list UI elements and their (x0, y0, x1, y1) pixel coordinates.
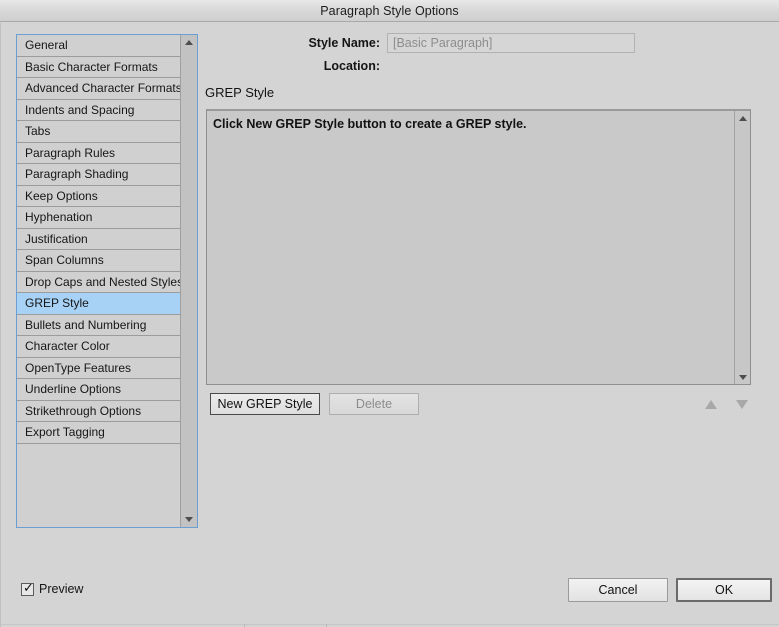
grep-style-panel: Style Name: Location: GREP Style Click N… (205, 23, 765, 627)
sidebar-item-paragraph-shading[interactable]: Paragraph Shading (17, 164, 180, 186)
preview-toggle[interactable]: ✓ Preview (21, 579, 84, 596)
style-name-label: Style Name: (308, 36, 380, 50)
sidebar-item-strikethrough-options[interactable]: Strikethrough Options (17, 400, 180, 422)
sidebar-item-label: Paragraph Shading (25, 167, 129, 181)
sidebar-item-advanced-character-formats[interactable]: Advanced Character Formats (17, 78, 180, 100)
sidebar-category-list[interactable]: General Basic Character Formats Advanced C… (16, 34, 198, 528)
preview-label: Preview (39, 582, 84, 596)
new-grep-style-button[interactable]: New GREP Style (210, 393, 320, 415)
sidebar-item-label: Paragraph Rules (25, 145, 116, 160)
triangle-down-icon (738, 374, 747, 380)
sidebar-item-export-tagging[interactable]: Export Tagging (17, 422, 180, 444)
grep-scroll-down-button[interactable] (735, 370, 751, 384)
window-title: Paragraph Style Options (320, 3, 459, 18)
triangle-down-icon (736, 399, 748, 409)
style-name-input[interactable] (387, 33, 635, 53)
sidebar-item-general[interactable]: General (17, 35, 180, 57)
sidebar-item-keep-options[interactable]: Keep Options (17, 185, 180, 207)
location-label: Location: (323, 59, 380, 73)
sidebar-item-label: Advanced Character Formats (25, 81, 180, 95)
grep-empty-message: Click New GREP Style button to create a … (213, 117, 527, 131)
section-heading-grep-style: GREP Style (205, 85, 275, 100)
checkmark-icon: ✓ (23, 579, 34, 595)
sidebar-item-label: Export Tagging (25, 425, 105, 439)
sidebar-item-opentype-features[interactable]: OpenType Features (17, 357, 180, 379)
triangle-up-icon (705, 399, 717, 409)
move-down-button[interactable] (733, 395, 751, 413)
sidebar-scroll-down-button[interactable] (181, 512, 198, 527)
sidebar-item-label: General (25, 38, 68, 52)
sidebar-list-viewport[interactable]: General Basic Character Formats Advanced C… (17, 35, 180, 527)
sidebar-item-label: Span Columns (25, 253, 104, 267)
sidebar-item-grep-style[interactable]: GREP Style (17, 293, 180, 315)
sidebar-scroll-up-button[interactable] (181, 35, 198, 50)
sidebar-item-label: Basic Character Formats (25, 59, 158, 74)
sidebar-item-basic-character-formats[interactable]: Basic Character Formats (17, 56, 180, 78)
dialog-footer: ✓ Preview Cancel OK (1, 570, 779, 627)
sidebar-item-hyphenation[interactable]: Hyphenation (17, 207, 180, 229)
sidebar-item-label: Hyphenation (25, 210, 93, 224)
sidebar-item-label: GREP Style (25, 296, 89, 310)
dialog-body: General Basic Character Formats Advanced C… (0, 23, 779, 627)
sidebar-item-bullets-and-numbering[interactable]: Bullets and Numbering (17, 314, 180, 336)
move-up-button[interactable] (702, 395, 720, 413)
sidebar-item-label: Character Color (25, 339, 110, 353)
sidebar-item-drop-caps-and-nested-styles[interactable]: Drop Caps and Nested Styles (17, 271, 180, 293)
sidebar-item-indents-and-spacing[interactable]: Indents and Spacing (17, 99, 180, 121)
sidebar-scrollbar[interactable] (180, 35, 197, 527)
grep-style-list-content[interactable]: Click New GREP Style button to create a … (207, 111, 734, 384)
sidebar-item-justification[interactable]: Justification (17, 228, 180, 250)
sidebar-item-character-color[interactable]: Character Color (17, 336, 180, 358)
sidebar-item-label: Bullets and Numbering (25, 317, 147, 332)
ok-button[interactable]: OK (676, 578, 772, 602)
sidebar-item-label: Drop Caps and Nested Styles (25, 274, 180, 289)
location-row: Location: (205, 59, 765, 73)
sidebar-item-underline-options[interactable]: Underline Options (17, 379, 180, 401)
triangle-up-icon (185, 40, 193, 45)
preview-checkbox[interactable]: ✓ (21, 579, 34, 596)
sidebar-item-paragraph-rules[interactable]: Paragraph Rules (17, 142, 180, 164)
sidebar-item-span-columns[interactable]: Span Columns (17, 250, 180, 272)
sidebar-item-label: Indents and Spacing (25, 102, 135, 117)
sidebar-item-label: Tabs (25, 124, 51, 138)
window-titlebar: Paragraph Style Options (0, 0, 779, 22)
delete-button[interactable]: Delete (329, 393, 419, 415)
sidebar-item-label: Justification (25, 231, 88, 246)
sidebar-item-label: Keep Options (25, 188, 98, 203)
grep-scroll-up-button[interactable] (735, 111, 751, 125)
cancel-button[interactable]: Cancel (568, 578, 668, 602)
grep-style-listbox[interactable]: Click New GREP Style button to create a … (206, 109, 751, 385)
sidebar-item-label: Strikethrough Options (25, 403, 142, 418)
sidebar-item-tabs[interactable]: Tabs (17, 121, 180, 143)
sidebar-item-label: Underline Options (25, 382, 122, 396)
style-name-row: Style Name: (205, 33, 765, 53)
triangle-down-icon (185, 517, 193, 522)
grep-listbox-scrollbar[interactable] (734, 111, 750, 384)
sidebar-item-label: OpenType Features (25, 360, 132, 375)
grep-toolbar: New GREP Style Delete (205, 393, 765, 415)
triangle-up-icon (738, 115, 747, 121)
